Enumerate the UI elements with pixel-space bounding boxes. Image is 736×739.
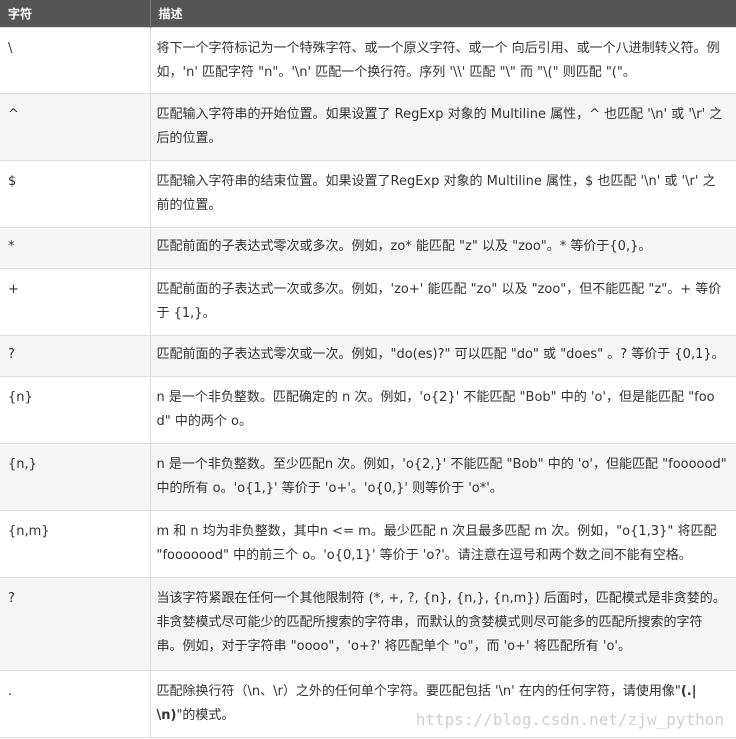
- table-row: {n,} n 是一个非负整数。至少匹配n 次。例如，'o{2,}' 不能匹配 "…: [0, 443, 736, 511]
- desc-prefix: 匹配除换行符（\n、\r）之外的任何单个字符。要匹配包括 '\n' 在内的任何字…: [156, 684, 681, 699]
- cell-desc: m 和 n 均为非负整数，其中n <= m。最少匹配 n 次且最多匹配 m 次。…: [150, 510, 736, 578]
- table-row: ? 当该字符紧跟在任何一个其他限制符 (*, +, ?, {n}, {n,}, …: [0, 577, 736, 671]
- cell-char: .: [0, 670, 151, 738]
- table-row: * 匹配前面的子表达式零次或多次。例如，zo* 能匹配 "z" 以及 "zoo"…: [0, 227, 736, 269]
- cell-char: {n,m}: [0, 510, 151, 578]
- cell-desc: n 是一个非负整数。至少匹配n 次。例如，'o{2,}' 不能匹配 "Bob" …: [150, 443, 736, 511]
- table-row: \ 将下一个字符标记为一个特殊字符、或一个原义字符、或一个 向后引用、或一个八进…: [0, 27, 736, 94]
- cell-desc: 匹配输入字符串的开始位置。如果设置了 RegExp 对象的 Multiline …: [150, 93, 736, 161]
- cell-desc: 匹配前面的子表达式一次或多次。例如，'zo+' 能匹配 "zo" 以及 "zoo…: [150, 268, 736, 336]
- cell-char: {n}: [0, 376, 151, 444]
- cell-char: $: [0, 160, 151, 228]
- cell-char: ^: [0, 93, 151, 161]
- cell-char: *: [0, 227, 151, 269]
- header-char: 字符: [0, 0, 151, 28]
- table-row: . 匹配除换行符（\n、\r）之外的任何单个字符。要匹配包括 '\n' 在内的任…: [0, 670, 736, 738]
- cell-char: ?: [0, 335, 151, 377]
- cell-desc: n 是一个非负整数。匹配确定的 n 次。例如，'o{2}' 不能匹配 "Bob"…: [150, 376, 736, 444]
- cell-desc: 匹配前面的子表达式零次或一次。例如，"do(es)?" 可以匹配 "do" 或 …: [150, 335, 736, 377]
- cell-desc: 当该字符紧跟在任何一个其他限制符 (*, +, ?, {n}, {n,}, {n…: [150, 577, 736, 671]
- table-header-row: 字符 描述: [0, 0, 736, 28]
- cell-desc: 匹配输入字符串的结束位置。如果设置了RegExp 对象的 Multiline 属…: [150, 160, 736, 228]
- cell-char: ?: [0, 577, 151, 671]
- cell-char: \: [0, 27, 151, 94]
- page: 字符 描述 \ 将下一个字符标记为一个特殊字符、或一个原义字符、或一个 向后引用…: [0, 0, 736, 739]
- cell-desc: 匹配除换行符（\n、\r）之外的任何单个字符。要匹配包括 '\n' 在内的任何字…: [150, 670, 736, 738]
- header-desc: 描述: [150, 0, 736, 28]
- table-row: {n,m} m 和 n 均为非负整数，其中n <= m。最少匹配 n 次且最多匹…: [0, 510, 736, 578]
- table-row: $ 匹配输入字符串的结束位置。如果设置了RegExp 对象的 Multiline…: [0, 160, 736, 228]
- table-row: ? 匹配前面的子表达式零次或一次。例如，"do(es)?" 可以匹配 "do" …: [0, 335, 736, 377]
- cell-desc: 匹配前面的子表达式零次或多次。例如，zo* 能匹配 "z" 以及 "zoo"。*…: [150, 227, 736, 269]
- table-row: {n} n 是一个非负整数。匹配确定的 n 次。例如，'o{2}' 不能匹配 "…: [0, 376, 736, 444]
- desc-suffix: "的模式。: [176, 708, 235, 723]
- table-row: ^ 匹配输入字符串的开始位置。如果设置了 RegExp 对象的 Multilin…: [0, 93, 736, 161]
- cell-char: +: [0, 268, 151, 336]
- cell-desc: 将下一个字符标记为一个特殊字符、或一个原义字符、或一个 向后引用、或一个八进制转…: [150, 27, 736, 94]
- regex-table: 字符 描述 \ 将下一个字符标记为一个特殊字符、或一个原义字符、或一个 向后引用…: [0, 0, 736, 738]
- table-row: + 匹配前面的子表达式一次或多次。例如，'zo+' 能匹配 "zo" 以及 "z…: [0, 268, 736, 336]
- cell-char: {n,}: [0, 443, 151, 511]
